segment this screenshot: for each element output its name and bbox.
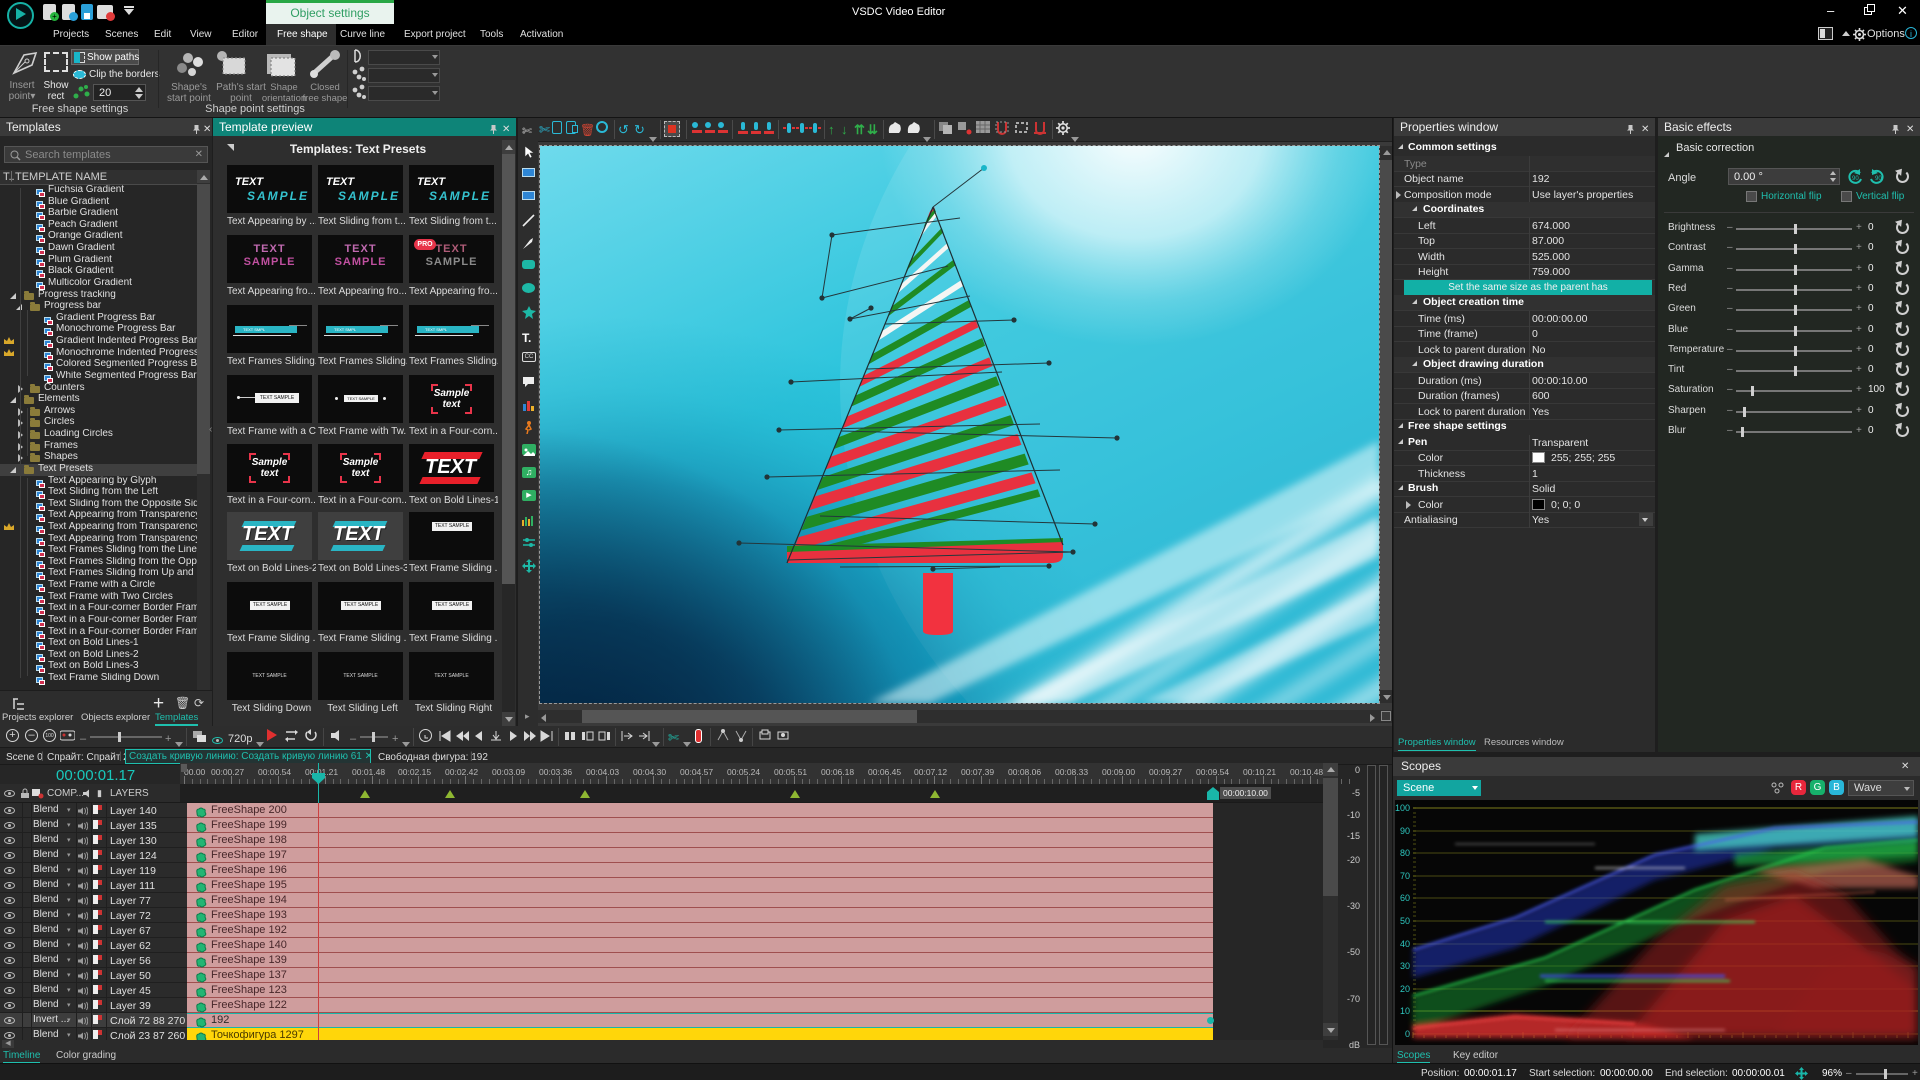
svg-text:0: 0 xyxy=(1405,1029,1410,1039)
svg-text:100: 100 xyxy=(1395,803,1410,813)
svg-text:90: 90 xyxy=(1852,176,1859,182)
svg-text:60: 60 xyxy=(1400,893,1410,903)
svg-text:30: 30 xyxy=(1400,961,1410,971)
svg-text:50: 50 xyxy=(1400,916,1410,926)
svg-text:20: 20 xyxy=(1400,984,1410,994)
svg-text:70: 70 xyxy=(1400,871,1410,881)
svg-text:10: 10 xyxy=(1400,1006,1410,1016)
svg-text:90: 90 xyxy=(1400,826,1410,836)
svg-text:40: 40 xyxy=(1400,939,1410,949)
svg-text:80: 80 xyxy=(1400,848,1410,858)
svg-text:90: 90 xyxy=(1875,176,1882,182)
